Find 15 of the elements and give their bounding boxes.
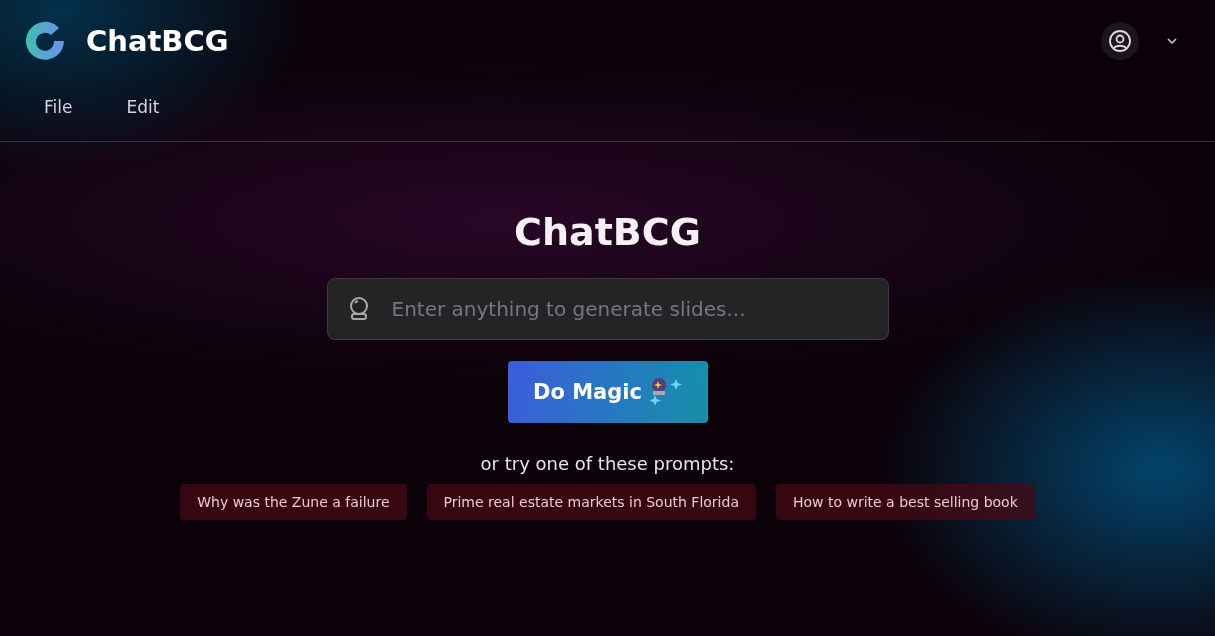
menu-item[interactable]: Edit (106, 97, 174, 117)
user-icon (1108, 29, 1132, 53)
prompt-chip[interactable]: Why was the Zune a failure (180, 484, 407, 520)
app-name: ChatBCG (86, 24, 229, 58)
chevron-down-icon (1167, 38, 1177, 44)
prompt-chip[interactable]: Prime real estate markets in South Florida (426, 484, 756, 520)
menu-item[interactable]: File (24, 97, 87, 117)
prompts-label: or try one of these prompts: (480, 453, 735, 474)
do-magic-button[interactable]: Do Magic (507, 361, 708, 423)
user-button[interactable] (1101, 22, 1139, 60)
prompt-chip[interactable]: How to write a best selling book (775, 484, 1035, 520)
crystal-ball-sparkles-icon (649, 377, 682, 407)
logo-icon (24, 20, 66, 62)
search-field[interactable]: Enter anything to generate slides... (326, 278, 889, 340)
page-title: ChatBCG (514, 210, 701, 254)
